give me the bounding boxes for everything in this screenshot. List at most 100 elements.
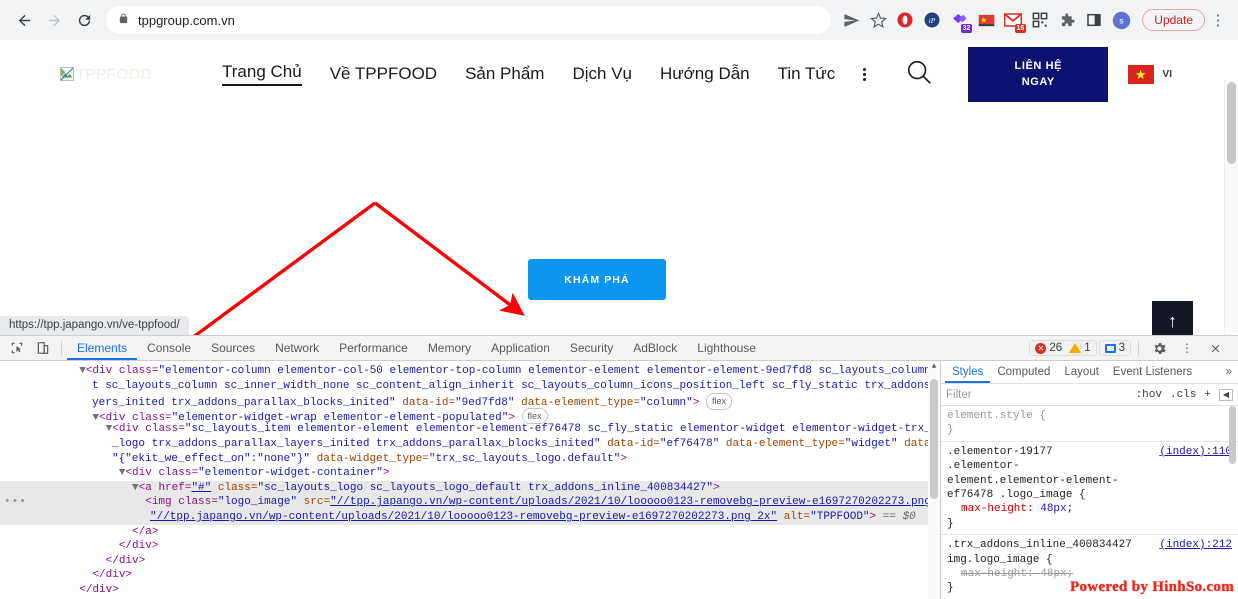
dom-line-selected[interactable]: ••• <img class="logo_image" src="//tpp.j… [0,495,940,510]
devtools-tab-security[interactable]: Security [560,336,623,360]
styles-tab-layout[interactable]: Layout [1057,361,1106,383]
flex-badge[interactable]: flex [706,393,732,410]
opera-vpn-icon[interactable] [893,8,917,32]
styles-scrollbar[interactable] [1228,406,1238,599]
gmail-extension-icon[interactable]: 16 [1001,8,1025,32]
dom-line[interactable]: "//tpp.japango.vn/wp-content/uploads/202… [0,510,940,525]
dom-line[interactable]: yers_inited trx_addons_parallax_blocks_i… [0,393,940,408]
dom-tree-scrollbar[interactable]: ▲ [928,361,940,599]
devtools-tab-sources[interactable]: Sources [201,336,265,360]
site-logo[interactable]: TPPFOOD [18,66,188,83]
toolbar-divider-2 [1138,341,1139,356]
devtools-tab-lighthouse[interactable]: Lighthouse [687,336,766,360]
devtools-tab-elements[interactable]: Elements [67,336,137,360]
styles-tab-computed[interactable]: Computed [990,361,1057,383]
dom-line[interactable]: ▼<div class="elementor-widget-wrap eleme… [0,408,940,423]
dom-line[interactable]: _logo trx_addons_parallax_layers_inited … [0,437,940,452]
dom-line[interactable]: ▼<div class="elementor-widget-container"… [0,466,940,481]
gmail-unread-badge: 16 [1015,24,1027,33]
dom-line[interactable]: </a> [0,525,940,540]
devtools-tab-adblock[interactable]: AdBlock [623,336,687,360]
message-counter[interactable]: 3 [1099,340,1131,356]
qr-code-icon[interactable] [1028,8,1052,32]
puzzle-extensions-icon[interactable] [1055,8,1079,32]
dom-line[interactable]: ▼<a href="#" class="sc_layouts_logo sc_l… [0,481,940,496]
site-search-button[interactable] [904,57,934,92]
nav-item-trang-chu[interactable]: Trang Chủ [222,62,302,86]
dom-gutter-ellipsis[interactable]: ••• [4,495,27,510]
nav-item-dich-vu[interactable]: Dịch Vụ [572,64,632,84]
styles-tab-event-listeners[interactable]: Event Listeners [1106,361,1199,383]
devtools-tab-console[interactable]: Console [137,336,201,360]
gear-icon[interactable] [1146,336,1172,360]
dom-line[interactable]: </div> [0,583,940,598]
inspect-element-icon[interactable] [4,336,30,360]
purple-extension-icon[interactable]: 32 [947,8,971,32]
browser-toolbar: tppgroup.com.vn iP 32 16 [0,0,1238,40]
style-declaration[interactable]: max-height: 48px; [947,502,1232,516]
style-rule-selector[interactable]: .trx_addons_inline_400834427 img.logo_im… [947,538,1123,567]
dom-line[interactable]: ▼<div class="elementor-column elementor-… [0,364,940,379]
cls-toggle[interactable]: .cls [1170,389,1196,401]
nav-item-huong-dan[interactable]: Hướng Dẫn [660,64,750,84]
address-bar[interactable]: tppgroup.com.vn [106,6,831,34]
send-icon[interactable] [839,8,863,32]
dom-line[interactable]: </div> [0,568,940,583]
styles-scroll-thumb[interactable] [1229,406,1236,464]
scrollbar-thumb[interactable] [1227,82,1236,164]
style-rule-selector[interactable]: element.style { [947,409,1232,423]
sidepanel-icon[interactable] [1082,8,1106,32]
dom-tree-pane[interactable]: ▼<div class="elementor-column elementor-… [0,361,940,599]
nav-item-san-pham[interactable]: Sản Phẩm [465,64,544,84]
panel-toggle-icon[interactable]: ◀ [1219,389,1233,401]
devtools-tab-performance[interactable]: Performance [329,336,418,360]
dom-scroll-up-arrow[interactable]: ▲ [928,361,940,373]
styles-tab-styles[interactable]: Styles [945,361,990,383]
style-rule-source[interactable]: (index):110 [1159,445,1232,459]
language-switcher[interactable]: ★ VI [1128,65,1220,84]
browser-menu-button[interactable]: ⋮ [1208,11,1228,29]
back-button[interactable] [10,6,38,34]
style-rule-source[interactable]: (index):212 [1159,538,1232,552]
explore-button[interactable]: KHÁM PHÁ [528,259,666,300]
message-icon [1105,344,1116,353]
devtools-more-button[interactable]: ⋮ [1174,336,1200,360]
avatar[interactable]: s [1109,8,1133,32]
issue-counters[interactable]: ✕ 26 1 [1029,340,1096,356]
close-icon[interactable] [1202,336,1228,360]
arrow-to-status-url [173,203,375,335]
dom-line[interactable]: t sc_layouts_column sc_inner_width_none … [0,379,940,394]
dom-scroll-thumb[interactable] [930,379,938,499]
forward-button[interactable] [40,6,68,34]
link-status-bar: https://tpp.japango.vn/ve-tppfood/ [0,316,189,335]
star-icon[interactable] [866,8,890,32]
reload-button[interactable] [70,6,98,34]
lock-icon [118,12,129,28]
style-rule[interactable]: element.style { } [941,406,1238,442]
dom-line[interactable]: </div> [0,554,940,569]
hov-toggle[interactable]: :hov [1136,389,1162,401]
devtools-tab-memory[interactable]: Memory [418,336,481,360]
update-button[interactable]: Update [1142,9,1205,31]
contact-cta-button[interactable]: LIÊN HỆ NGAY [968,47,1108,102]
devtools-tab-network[interactable]: Network [265,336,329,360]
flag-extension-icon[interactable] [974,8,998,32]
nav-item-ve-tppfood[interactable]: Về TPPFOOD [330,64,437,84]
devtools-tab-application[interactable]: Application [481,336,560,360]
watermark: Powered by HinhSo.com [1070,579,1234,596]
nav-item-tin-tuc[interactable]: Tin Tức [778,64,836,84]
scroll-to-top-button[interactable]: ↑ [1152,301,1193,335]
new-style-rule-button[interactable]: + [1204,389,1211,401]
style-rule[interactable]: (index):110 .elementor-19177 .elementor-… [941,442,1238,535]
styles-filter-row: Filter :hov .cls + ◀ [941,384,1238,406]
chevron-right-icon[interactable]: » [1226,366,1238,378]
nav-more-icon[interactable] [863,68,866,81]
dom-line[interactable]: </div> [0,539,940,554]
device-toolbar-icon[interactable] [30,336,56,360]
page-scrollbar[interactable]: ▲ ▼ [1224,80,1238,335]
ip-extension-icon[interactable]: iP [920,8,944,32]
dom-line[interactable]: ▼<div class="sc_layouts_item elementor-e… [0,422,940,437]
styles-filter-input[interactable]: Filter [946,389,1128,401]
dom-line[interactable]: "{"ekit_we_effect_on":"none"}" data-widg… [0,452,940,467]
style-rule-selector[interactable]: .elementor-19177 .elementor-element.elem… [947,445,1123,503]
